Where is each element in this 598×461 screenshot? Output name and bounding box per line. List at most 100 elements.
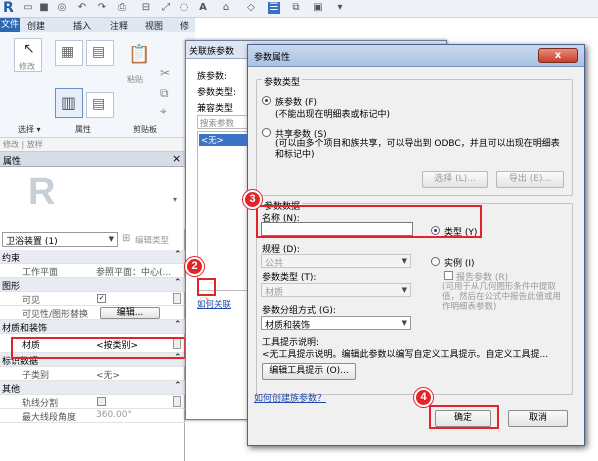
collapse-icon[interactable]: ⌃: [174, 320, 182, 330]
tab-file[interactable]: 文件: [0, 18, 20, 32]
discipline-select[interactable]: 公共 ▼: [261, 254, 411, 269]
group-materials[interactable]: 材质和装饰 ⌃: [0, 320, 185, 334]
close-icon: x: [554, 50, 562, 61]
property-row[interactable]: 轨线分割: [0, 395, 185, 409]
chevron-down-icon[interactable]: ▾: [173, 195, 177, 204]
section-icon[interactable]: ◇: [245, 2, 257, 14]
edit-tooltip-button[interactable]: 编辑工具提示 (O)...: [262, 363, 356, 380]
edit-type-button[interactable]: 编辑类型: [135, 234, 169, 246]
modify-label: 修改: [19, 62, 35, 71]
cancel-button[interactable]: 取消: [508, 410, 568, 427]
export-button[interactable]: 导出 (E)...: [496, 171, 564, 188]
chevron-down-icon: ▼: [401, 286, 407, 294]
list-item[interactable]: <无>: [199, 134, 247, 146]
visible-checkbox[interactable]: ✓: [97, 294, 106, 303]
undo-icon[interactable]: ↶: [76, 2, 88, 14]
edit-visibility-button[interactable]: 编辑...: [100, 307, 160, 319]
property-row[interactable]: 最大线段角度 360.00°: [0, 409, 185, 423]
help-link[interactable]: 如何关联: [197, 298, 231, 310]
property-row[interactable]: 可见 ✓: [0, 292, 185, 306]
type-preview: R ▾: [0, 167, 185, 229]
ptype-value: 材质: [265, 288, 284, 298]
match-properties-icon[interactable]: ⌖: [160, 104, 167, 119]
sync-icon[interactable]: ◎: [56, 2, 68, 14]
dimension-icon[interactable]: ⤢: [160, 2, 172, 14]
group-label: 参数分组方式 (G):: [262, 306, 336, 316]
ribbon-panel: ↖ 修改 ▦ ▤ ▥ ▤ 📋 粘贴 ✂ ⧉ ⌖ 选择 ▾ 属性 剪贴板: [0, 32, 195, 138]
collapse-icon[interactable]: ⌃: [174, 381, 182, 391]
property-row[interactable]: 子类别 <无>: [0, 367, 185, 381]
cut-icon[interactable]: ✂: [160, 66, 170, 80]
property-row[interactable]: 工作平面 参照平面：中心(...: [0, 264, 185, 278]
highlight-new-parameter: [197, 278, 216, 296]
group-other[interactable]: 其他 ⌃: [0, 381, 185, 395]
type-properties-button[interactable]: ▤: [86, 92, 114, 118]
step-marker-3: 3: [243, 190, 262, 209]
open-icon[interactable]: ▭: [22, 2, 34, 14]
paste-icon: 📋: [128, 44, 151, 65]
customize-toolbar-icon[interactable]: ▾: [334, 2, 346, 14]
associate-param-button[interactable]: [173, 293, 181, 304]
highlight-ok-button: [429, 405, 499, 429]
copy-icon[interactable]: ⧉: [160, 86, 169, 101]
highlight-name-type: [256, 205, 482, 238]
tab-modify[interactable]: 修: [180, 19, 189, 32]
panel-label-properties: 属性: [75, 125, 91, 134]
report-param-checkbox[interactable]: [444, 271, 453, 280]
quick-access-toolbar: R ▭ ■ ◎ ↶ ↷ ⎙ ⊟ ⤢ ◌ A ⌂ ◇ ☰ ⧉ ▣ ▾: [0, 0, 598, 18]
group-select[interactable]: 材质和装饰 ▼: [261, 316, 411, 331]
family-preview-icon: R: [28, 171, 56, 213]
tab-view[interactable]: 视图: [145, 19, 163, 32]
param-list[interactable]: <无>: [197, 131, 249, 291]
instance-radio[interactable]: [431, 257, 440, 266]
back-dialog-title: 关联族参数: [189, 47, 235, 57]
dialog-title-bar: 参数属性 x: [248, 45, 584, 67]
edit-type-icon: ⊞: [122, 233, 131, 244]
family-types-button[interactable]: ▦: [55, 40, 83, 66]
step-marker-4: 4: [414, 388, 433, 407]
family-param-label: 族参数:: [197, 72, 228, 82]
family-category-button[interactable]: ▤: [86, 40, 114, 66]
modify-context-bar: 修改 | 放样: [0, 138, 195, 152]
tag-icon[interactable]: ◌: [178, 2, 190, 14]
help-link[interactable]: 如何创建族参数？: [254, 391, 326, 404]
ptype-label: 参数类型 (T):: [262, 273, 317, 283]
shared-param-radio[interactable]: [262, 128, 271, 137]
close-button[interactable]: x: [538, 48, 578, 63]
select-button[interactable]: 选择 (L)...: [422, 171, 488, 188]
group-constraints[interactable]: 约束 ⌃: [0, 250, 185, 264]
revit-logo[interactable]: R: [3, 0, 14, 16]
collapse-icon[interactable]: ⌃: [174, 250, 182, 260]
close-hidden-icon[interactable]: ⧉: [290, 2, 302, 14]
close-icon[interactable]: ×: [172, 152, 181, 165]
property-row[interactable]: 可见性/图形替换 编辑...: [0, 306, 185, 320]
param-type-group-label: 参数类型: [262, 75, 303, 88]
print-icon[interactable]: ⎙: [116, 2, 128, 14]
highlight-material-row: [11, 337, 186, 359]
associate-param-button[interactable]: [173, 396, 181, 407]
panel-label-select[interactable]: 选择 ▾: [18, 124, 41, 135]
thin-lines-icon[interactable]: ☰: [268, 2, 280, 14]
type-properties-icon: ▤: [92, 96, 106, 112]
3d-view-icon[interactable]: ⌂: [220, 2, 232, 14]
properties-button[interactable]: ▥: [55, 88, 83, 118]
tab-annotate[interactable]: 注释: [110, 19, 128, 32]
text-icon[interactable]: A: [197, 2, 209, 14]
redo-icon[interactable]: ↷: [96, 2, 108, 14]
type-selector[interactable]: 卫浴装置 (1) ▼: [2, 232, 118, 247]
family-param-radio[interactable]: [262, 96, 271, 105]
trajectory-checkbox[interactable]: [97, 397, 106, 406]
save-icon[interactable]: ■: [38, 2, 50, 14]
switch-windows-icon[interactable]: ▣: [312, 2, 324, 14]
ptype-select[interactable]: 材质 ▼: [261, 283, 411, 298]
group-graphics[interactable]: 图形 ⌃: [0, 278, 185, 292]
paste-button[interactable]: 📋 粘贴: [125, 42, 151, 88]
measure-icon[interactable]: ⊟: [140, 2, 152, 14]
collapse-icon[interactable]: ⌃: [174, 278, 182, 288]
param-search-input[interactable]: 搜索参数: [197, 115, 249, 129]
ribbon-tabs: 创建 插入 注释 视图 修: [0, 18, 195, 32]
tab-insert[interactable]: 插入: [73, 19, 91, 32]
tab-create[interactable]: 创建: [27, 19, 45, 32]
modify-button[interactable]: ↖ 修改: [14, 38, 42, 72]
instance-radio-label[interactable]: 实例 (I): [444, 256, 475, 269]
